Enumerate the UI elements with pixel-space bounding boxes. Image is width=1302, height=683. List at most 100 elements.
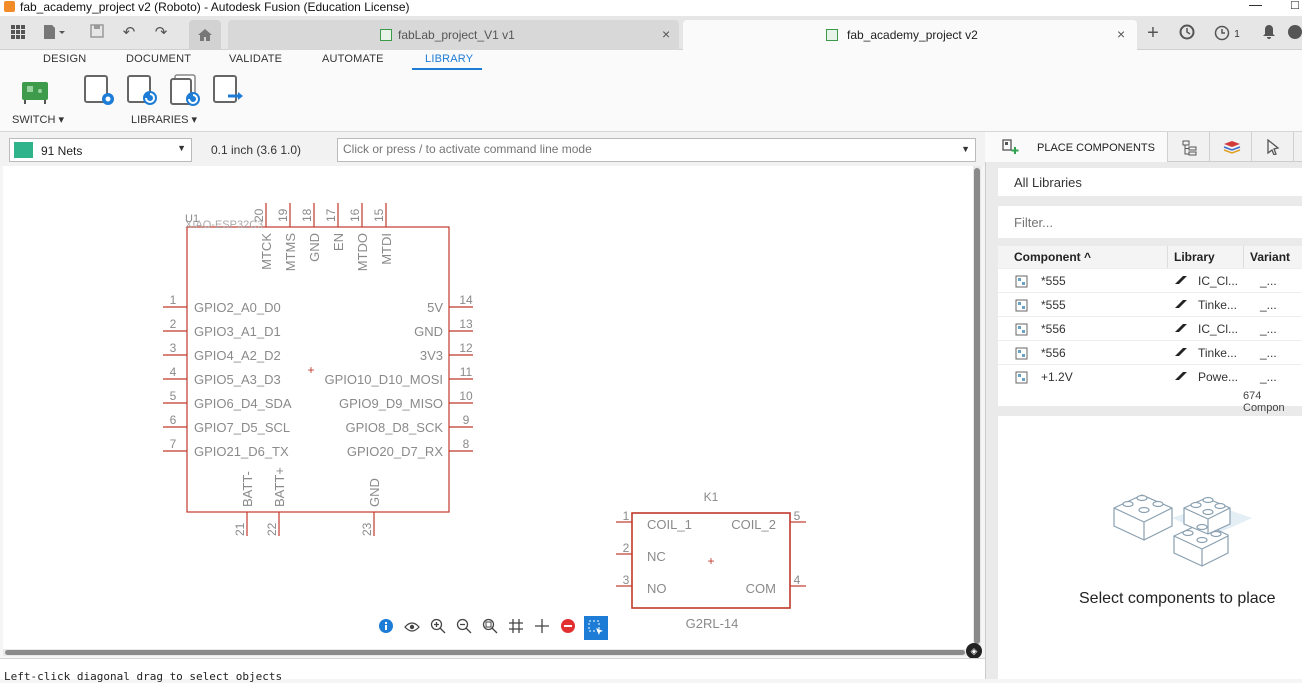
cell-variant: _...	[1260, 274, 1277, 288]
doc-tab-fab-academy-project[interactable]: fab_academy_project v2 ×	[683, 20, 1137, 50]
job-status-icon[interactable]	[1178, 24, 1196, 42]
schematic-canvas[interactable]: U1 XIAO-ESP32C3 +1 GPIO2_A0_D0 2 GPIO3_A1_D1 3…	[3, 166, 973, 649]
library-icon	[1175, 276, 1187, 284]
close-tab-icon[interactable]: ×	[1117, 26, 1125, 42]
table-row[interactable]: *556 Tinke... _...	[998, 340, 1302, 364]
ribbon-tab-design[interactable]: DESIGN	[43, 53, 86, 65]
libraries-group-label[interactable]: LIBRARIES ▾	[131, 113, 197, 126]
u1-pin-name: GPIO3_A1_D1	[194, 324, 281, 339]
u1-pin-name: GPIO2_A0_D0	[194, 300, 281, 315]
k1-pin-number: 5	[794, 509, 801, 523]
cell-variant: _...	[1260, 346, 1277, 360]
table-row[interactable]: *555 IC_Cl... _...	[998, 268, 1302, 292]
app-grid-icon[interactable]	[9, 24, 27, 42]
u1-pin-number: 14	[459, 293, 473, 307]
cell-variant: _...	[1260, 298, 1277, 312]
tab-selection[interactable]	[1252, 132, 1294, 162]
save-icon[interactable]	[88, 24, 106, 42]
table-row[interactable]: *556 IC_Cl... _...	[998, 316, 1302, 340]
components-table: Component ^ Library Variant *555 IC_Cl...…	[998, 246, 1302, 406]
maximize-button[interactable]: □	[1291, 0, 1299, 12]
info-icon[interactable]	[376, 618, 396, 638]
help-icon[interactable]	[1286, 24, 1302, 42]
grid-icon[interactable]	[506, 618, 526, 638]
new-tab-icon[interactable]: +	[1144, 23, 1162, 43]
tab-layers[interactable]	[1210, 132, 1252, 162]
component-icon	[1015, 299, 1028, 312]
k1-name-label: K1	[704, 490, 719, 504]
window-titlebar: fab_academy_project v2 (Roboto) - Autode…	[0, 0, 1302, 16]
notification-count: 1	[1234, 29, 1240, 40]
u1-pin-number: 11	[460, 365, 473, 379]
zoom-in-icon[interactable]	[428, 618, 448, 638]
u1-pin-number: 15	[372, 208, 386, 222]
switch-group-label[interactable]: SWITCH ▾	[12, 113, 64, 126]
u1-pin-name: BATT-	[240, 471, 255, 507]
vertical-scrollbar[interactable]	[973, 166, 981, 649]
zoom-out-icon[interactable]	[454, 618, 474, 638]
ribbon-tab-validate[interactable]: VALIDATE	[229, 53, 282, 65]
stop-icon[interactable]	[558, 618, 578, 638]
close-tab-icon[interactable]: ×	[662, 26, 670, 42]
ribbon-tab-automate[interactable]: AUTOMATE	[322, 53, 384, 65]
u1-pin-name: MTMS	[283, 233, 298, 272]
library-select[interactable]: All Libraries	[998, 168, 1302, 196]
column-header-library[interactable]: Library	[1168, 246, 1244, 268]
component-icon	[1015, 347, 1028, 360]
ribbon-tab-library[interactable]: LIBRARY	[425, 53, 473, 65]
ribbon-tab-document[interactable]: DOCUMENT	[126, 53, 191, 65]
table-row[interactable]: +1.2V Powe... _...	[998, 364, 1302, 388]
filter-field[interactable]	[998, 206, 1302, 238]
table-row[interactable]: *555 Tinke... _...	[998, 292, 1302, 316]
notifications-clock-icon[interactable]: 1	[1211, 24, 1243, 42]
horizontal-scrollbar[interactable]	[3, 649, 973, 656]
filter-input[interactable]	[1014, 215, 1294, 230]
tab-place-components-label: PLACE COMPONENTS	[1037, 142, 1155, 154]
select-tool-icon[interactable]	[584, 616, 608, 640]
undo-icon[interactable]: ↶	[120, 24, 138, 42]
minimize-button[interactable]: —	[1249, 0, 1262, 12]
cell-library: Tinke...	[1198, 298, 1237, 312]
column-header-variant[interactable]: Variant	[1244, 246, 1302, 268]
view-toolbar	[374, 616, 611, 640]
switch-to-pcb-button[interactable]	[18, 74, 52, 108]
scrollbar-thumb[interactable]	[974, 168, 980, 644]
navigation-map-icon[interactable]: ◈	[966, 643, 982, 659]
u1-pin-name: GPIO4_A2_D2	[194, 348, 281, 363]
chevron-down-icon[interactable]: ▼	[961, 144, 970, 154]
library-export-button[interactable]	[212, 74, 246, 108]
schematic-drawing[interactable]: U1XIAO-ESP32C3+1 GPIO2_A0_D02 GPIO3_A1_D13…	[3, 166, 973, 649]
chevron-down-icon: ▼	[177, 143, 186, 153]
home-tab[interactable]	[189, 20, 221, 50]
cell-variant: _...	[1260, 322, 1277, 336]
library-update-all-button[interactable]	[169, 74, 203, 108]
crosshair-icon[interactable]	[532, 618, 552, 638]
zoom-fit-icon[interactable]	[480, 618, 500, 638]
doc-tab-fablab-project[interactable]: fabLab_project_V1 v1 ×	[228, 20, 679, 50]
u1-pin-number: 5	[170, 389, 177, 403]
cell-component: *556	[1041, 322, 1066, 336]
library-icon	[1175, 324, 1187, 332]
cell-component: *556	[1041, 346, 1066, 360]
eye-icon[interactable]	[402, 618, 422, 638]
command-line[interactable]: ▼	[337, 138, 976, 162]
library-settings-button[interactable]	[83, 74, 117, 108]
k1-value-label: G2RL-14	[686, 616, 739, 631]
bell-icon[interactable]	[1260, 24, 1278, 42]
u1-pin-number: 16	[348, 208, 362, 222]
tab-hierarchy[interactable]	[1168, 132, 1210, 162]
column-header-component[interactable]: Component ^	[998, 246, 1168, 268]
redo-icon[interactable]: ↷	[152, 24, 170, 42]
file-menu-icon[interactable]	[42, 24, 65, 42]
u1-pin-name: EN	[331, 233, 346, 251]
k1-origin-cross: +	[707, 554, 714, 568]
nets-select[interactable]: 91 Nets ▼	[9, 138, 192, 162]
cell-component: *555	[1041, 298, 1066, 312]
command-line-input[interactable]	[343, 142, 953, 156]
tab-place-components[interactable]: PLACE COMPONENTS	[985, 132, 1168, 162]
u1-pin-name: GPIO10_D10_MOSI	[325, 372, 444, 387]
panel-tabs: PLACE COMPONENTS	[985, 132, 1302, 162]
scrollbar-thumb[interactable]	[5, 650, 965, 655]
cell-variant: _...	[1260, 370, 1277, 384]
library-update-button[interactable]	[126, 74, 160, 108]
